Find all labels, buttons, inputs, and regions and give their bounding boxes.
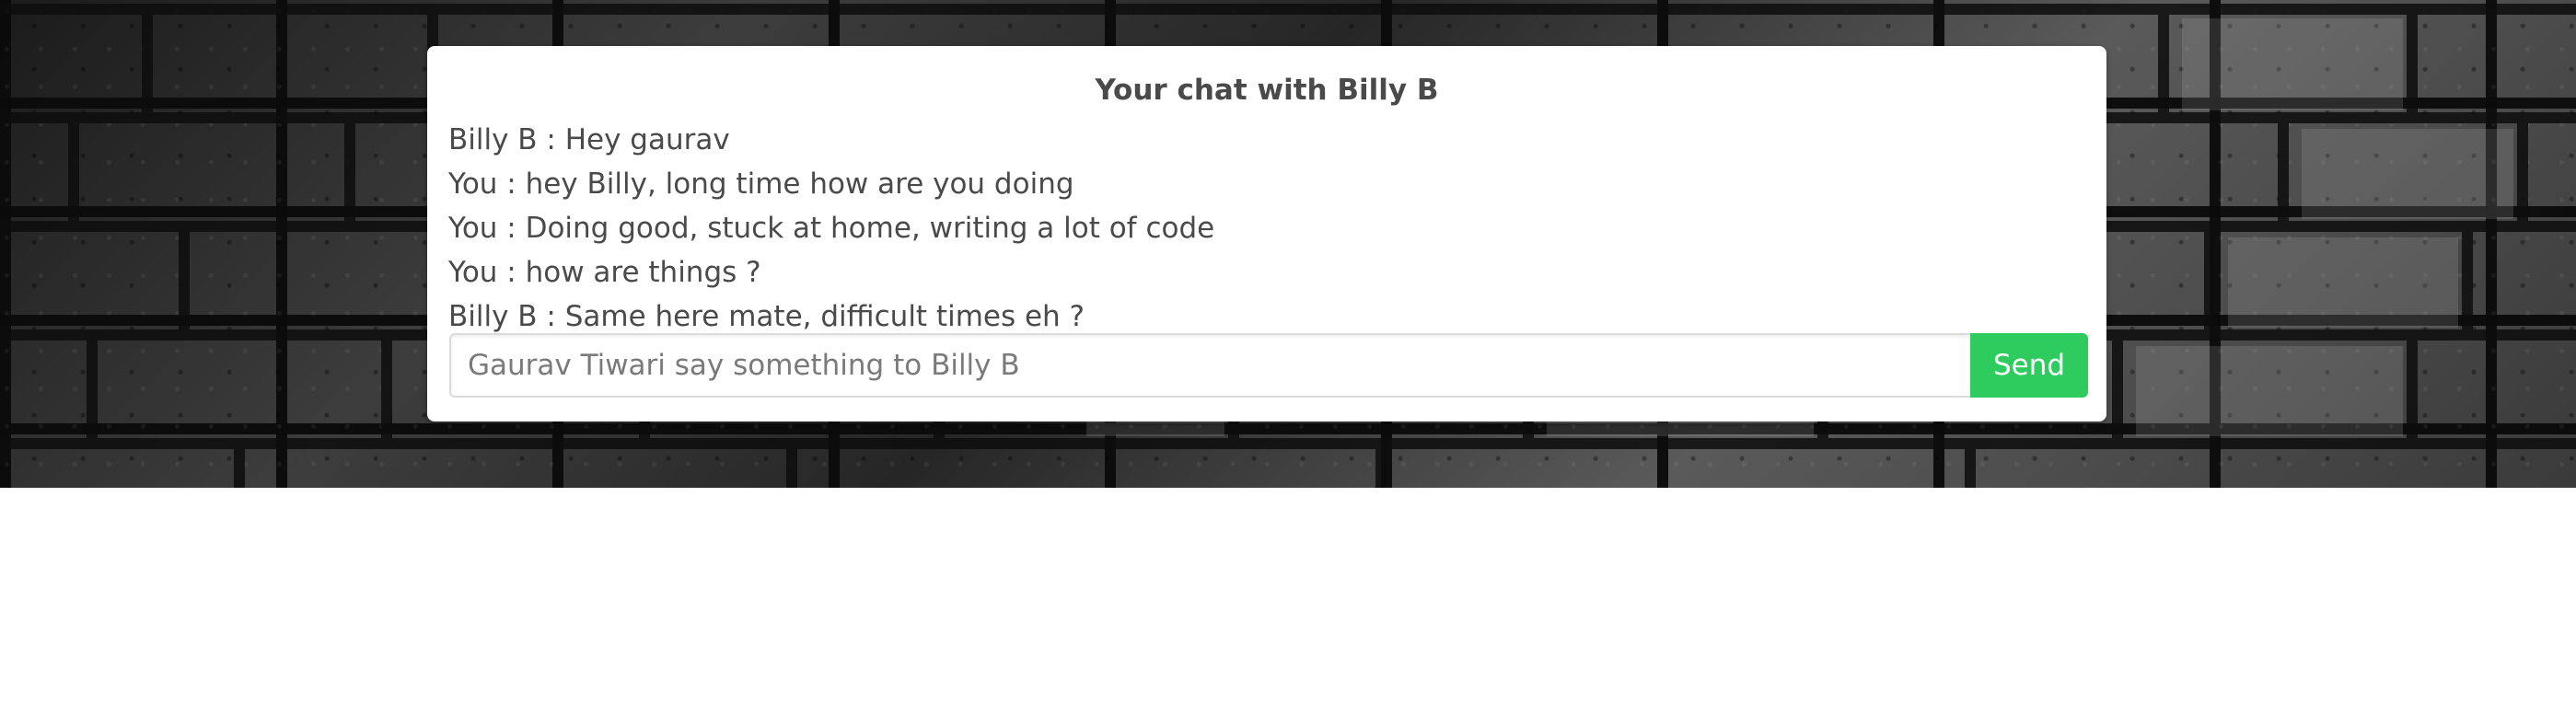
chat-message: You : how are things ? [448,256,761,289]
message-input-row: Send [449,333,2088,398]
chat-message: You : hey Billy, long time how are you d… [448,167,1074,201]
chat-message: Billy B : Hey gaurav [448,123,730,156]
message-list: Billy B : Hey gaurav You : hey Billy, lo… [448,118,2085,339]
message-input[interactable] [449,333,1970,398]
chat-message: You : Doing good, stuck at home, writing… [448,212,1215,245]
chat-title: Your chat with Billy B [1095,74,1439,107]
chat-card: Your chat with Billy B Billy B : Hey gau… [427,46,2106,422]
send-button[interactable]: Send [1970,333,2088,398]
chat-message: Billy B : Same here mate, difficult time… [448,300,1085,333]
